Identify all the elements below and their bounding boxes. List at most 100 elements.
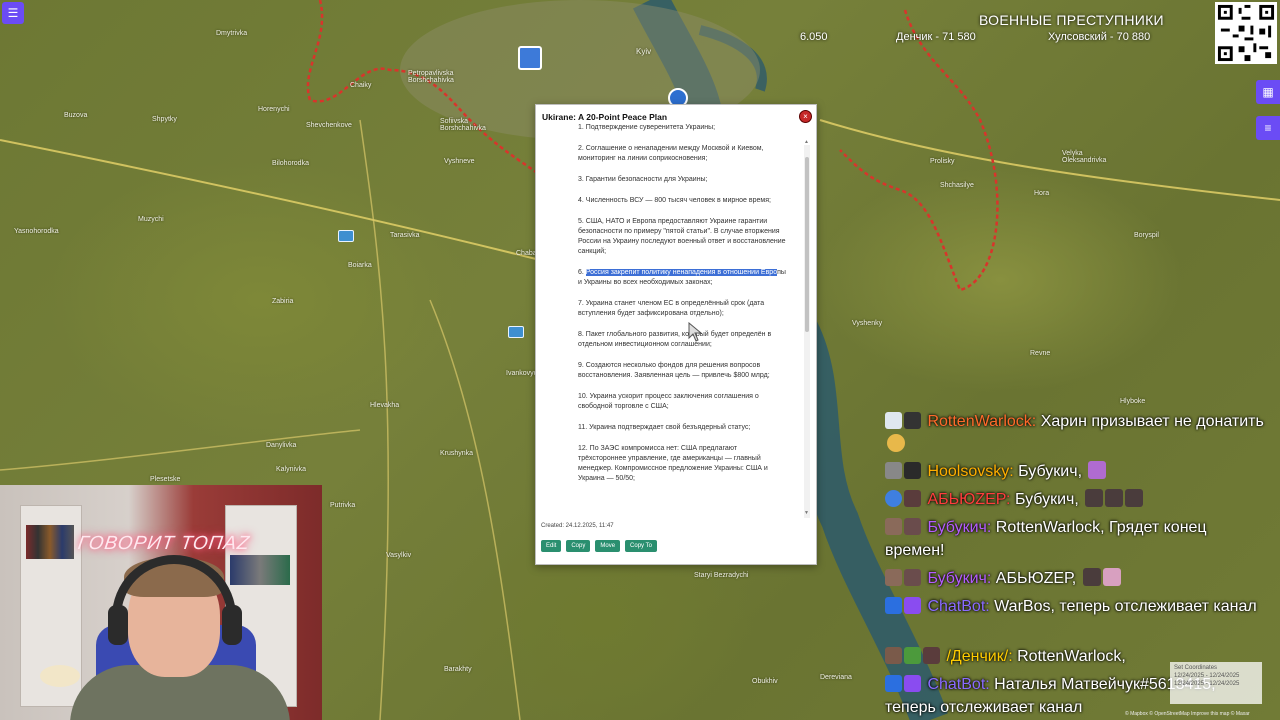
- chat-nick: /Денчик/:: [946, 648, 1013, 665]
- date-range[interactable]: 12/24/2025 - 12/24/2025: [1174, 672, 1258, 680]
- layers-icon[interactable]: ▦: [1256, 80, 1280, 104]
- badge-icon: [904, 412, 921, 429]
- plan-item: 9. Создаются несколько фондов для решени…: [578, 362, 770, 379]
- chat-nick: ChatBot:: [927, 676, 990, 693]
- place-krushynka: Krushynka: [440, 450, 474, 457]
- place-hlevakha: Hlevakha: [370, 402, 400, 409]
- list-icon[interactable]: ≡: [1256, 116, 1280, 140]
- chat-nick: Бубукич:: [927, 570, 992, 587]
- place-obukhiv: Obukhiv: [752, 678, 778, 685]
- map-attribution[interactable]: © Mapbox © OpenStreetMap Improve this ma…: [1125, 711, 1250, 717]
- place-shpytky: Shpytky: [152, 116, 177, 123]
- badge-icon: [904, 675, 921, 692]
- place-boryspil: Boryspil: [1134, 232, 1159, 239]
- neon-sign: ГОВОРИТ ТОПАZ: [76, 533, 252, 554]
- chat-message: Бубукич: RottenWarlock, Грядет конец вре…: [885, 516, 1270, 562]
- created-timestamp: Created: 24.12.2025, 11:47: [541, 523, 614, 529]
- emote-icon: [1085, 489, 1104, 507]
- place-yasnohorodka: Yasnohorodka: [14, 228, 59, 235]
- chat-nick: Hoolsovsky:: [927, 463, 1014, 480]
- copy-to-button[interactable]: Copy To: [625, 540, 657, 552]
- chat-message: ChatBot: WarBos, теперь отслеживает кана…: [885, 595, 1270, 618]
- place-shchasilye: Shchasilye: [940, 182, 974, 189]
- chat-text: Бубукич,: [1014, 491, 1079, 508]
- emoji-icon: [887, 434, 905, 452]
- overlay-stat-denchik: Денчик - 71 580: [896, 31, 976, 43]
- badge-icon: [885, 518, 902, 535]
- avatar-marker-icon[interactable]: [518, 46, 542, 70]
- place-kyiv: Kyiv: [636, 47, 652, 56]
- plan-item: 8. Пакет глобального развития, который б…: [578, 331, 772, 348]
- place-buzova: Buzova: [64, 112, 88, 119]
- close-icon[interactable]: ×: [799, 110, 812, 123]
- date-range[interactable]: 12/24/2025 - 12/24/2025: [1174, 680, 1258, 688]
- plan-item: 1. Подтверждение суверенитета Украины;: [578, 124, 716, 131]
- place-prolisky: Prolisky: [930, 158, 955, 165]
- emote-icon: [1102, 568, 1121, 586]
- place-velyka: Velyka Oleksandrivka: [1062, 150, 1107, 164]
- webcam-feed: ГОВОРИТ ТОПАZ: [0, 485, 322, 720]
- chat-message: RottenWarlock: Харин призывает не донати…: [885, 410, 1270, 456]
- place-kalynivka: Kalynivka: [276, 466, 306, 473]
- badge-icon: [904, 462, 921, 479]
- place-muzychi: Muzychi: [138, 216, 164, 223]
- place-boiarka: Boiarka: [348, 262, 372, 269]
- plan-item: 11. Украина подтверждает свой безъядерны…: [578, 424, 751, 431]
- edit-button[interactable]: Edit: [541, 540, 562, 552]
- place-vyshenky: Vyshenky: [852, 320, 883, 327]
- plan-item: 5. США, НАТО и Европа предоставляют Укра…: [578, 218, 786, 255]
- dialog-title: Ukirane: A 20-Point Peace Plan: [542, 112, 668, 122]
- dialog-body[interactable]: 1. Подтверждение суверенитета Украины; 2…: [578, 123, 786, 519]
- map-marker-icon[interactable]: [508, 326, 524, 338]
- plan-item: 4. Численность ВСУ — 800 тысяч человек в…: [578, 197, 771, 204]
- place-bilohorodka: Bilohorodka: [272, 160, 309, 167]
- place-revne: Revne: [1030, 350, 1051, 357]
- overlay-stat-total: 6.050: [800, 31, 828, 43]
- scroll-down-icon[interactable]: ▼: [804, 510, 809, 516]
- badge-icon: [904, 647, 921, 664]
- emote-icon: [1082, 568, 1101, 586]
- scroll-thumb[interactable]: [805, 157, 809, 332]
- map-marker-icon[interactable]: [338, 230, 354, 242]
- place-horenychi: Horenychi: [258, 106, 290, 113]
- place-vyshneve: Vyshneve: [444, 158, 475, 165]
- plan-item-6-prefix: 6.: [578, 269, 586, 276]
- plan-item-6: 6. Россия закрепит политику ненападения …: [578, 268, 786, 288]
- plan-item: 10. Украина ускорит процесс заключения с…: [578, 393, 759, 410]
- badge-icon: [885, 412, 902, 429]
- chat-nick: АБЬЮZЕР:: [927, 491, 1011, 508]
- chat-nick: RottenWarlock:: [927, 413, 1037, 430]
- place-sofiivska: Sofiivska Borshchahivka: [440, 118, 486, 132]
- overlay-stat-hulsovsky: Хулсовский - 70 880: [1048, 31, 1151, 43]
- place-dmytrivka: Dmytrivka: [216, 30, 248, 37]
- place-chaba: Chaba: [516, 250, 537, 257]
- place-dereviana: Dereviana: [820, 674, 852, 681]
- cursor-icon: [688, 322, 703, 342]
- coordinates-panel[interactable]: Set Coordinates 12/24/2025 - 12/24/2025 …: [1170, 662, 1262, 704]
- badge-icon: [885, 462, 902, 479]
- chat-text: АБЬЮZЕР,: [995, 570, 1077, 587]
- chat-message: АБЬЮZЕР: Бубукич,: [885, 488, 1270, 511]
- copy-button[interactable]: Copy: [566, 540, 591, 552]
- badge-icon: [923, 647, 940, 664]
- chat-message: Бубукич: АБЬЮZЕР,: [885, 567, 1270, 590]
- place-zabiria: Zabiria: [272, 298, 294, 305]
- plan-item: 7. Украина станет членом ЕС в определённ…: [578, 300, 765, 317]
- place-tarasivka: Tarasivka: [390, 232, 420, 239]
- dialog-scrollbar[interactable]: [804, 145, 810, 518]
- headphone-earcup: [222, 605, 242, 645]
- chat-text: Харин призывает не донатить: [1040, 413, 1264, 430]
- place-barakhty: Barakhty: [444, 666, 472, 673]
- badge-icon: [904, 597, 921, 614]
- chat-text: WarBos, теперь отслеживает канал: [994, 598, 1257, 615]
- books: [230, 555, 290, 585]
- dialog-actions: Edit Copy Move Copy To: [541, 540, 657, 552]
- place-plesetske: Plesetske: [150, 476, 181, 483]
- overlay-title: ВОЕННЫЕ ПРЕСТУПНИКИ: [979, 12, 1164, 28]
- place-petropavlivska: Petropavlivska Borshchahivka: [408, 70, 454, 84]
- chat-nick: ChatBot:: [927, 598, 990, 615]
- place-chaiky: Chaiky: [350, 82, 372, 89]
- place-vasylkiv: Vasylkiv: [386, 552, 412, 559]
- menu-icon[interactable]: ☰: [2, 2, 24, 24]
- move-button[interactable]: Move: [595, 540, 621, 552]
